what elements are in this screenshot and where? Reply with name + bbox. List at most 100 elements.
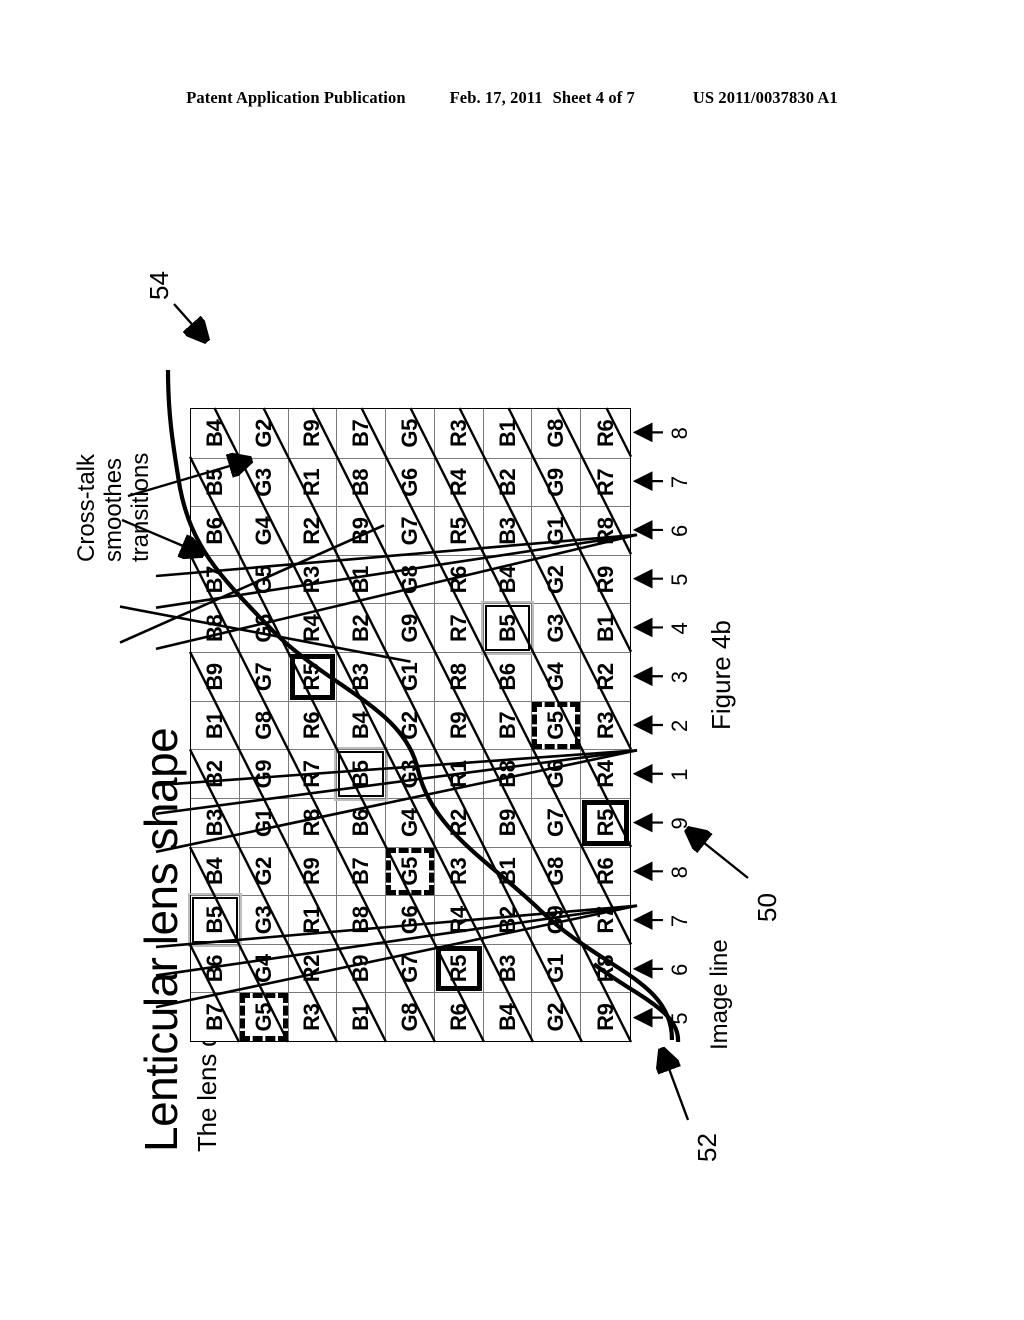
pixel-cell-label: R4 — [445, 468, 471, 497]
pixel-cell-label: B8 — [494, 760, 520, 788]
pixel-cell-label: B4 — [348, 711, 374, 740]
pixel-cell: R5 — [581, 797, 630, 847]
pixel-cell-label: R8 — [592, 954, 618, 983]
image-line-tick: 9 — [667, 817, 692, 830]
pixel-cell-label: B1 — [348, 566, 374, 594]
pixel-cell-label: R2 — [592, 663, 618, 691]
pixel-cell-label: B5 — [201, 468, 227, 497]
pixel-cell: G3 — [239, 457, 289, 507]
pixel-cell-label: G6 — [543, 759, 569, 789]
pixel-cell: G2 — [239, 846, 289, 896]
pixel-cell: G7 — [239, 652, 289, 701]
pixel-cell-label: R5 — [445, 954, 471, 983]
pixel-cell-label: B1 — [201, 711, 227, 740]
pixel-cell: G3 — [532, 603, 582, 653]
pixel-cell-label: G2 — [250, 419, 276, 448]
pixel-cell-label: G4 — [543, 662, 569, 692]
pixel-cell-label: R7 — [299, 760, 325, 788]
pixel-cell-label: G7 — [396, 954, 422, 983]
pixel-cell-label: G9 — [543, 905, 569, 935]
pixel-cell: B9 — [483, 797, 533, 847]
pixel-cell: G8 — [532, 409, 582, 458]
pixel-cell: R9 — [581, 554, 630, 604]
pixel-cell-label: G9 — [396, 614, 422, 643]
pixel-cell: G8 — [532, 846, 582, 896]
crosstalk-note-line-2: smoothes — [99, 457, 127, 562]
pixel-cell: R1 — [288, 457, 338, 507]
pixel-cell-label: R9 — [592, 1003, 618, 1031]
pixel-cell-label: R6 — [299, 711, 325, 740]
pixel-cell: G1 — [239, 797, 289, 847]
image-line-tick: 8 — [667, 427, 692, 440]
pixel-cell: G9 — [532, 457, 582, 507]
pixel-grid: B7 B6 B5 B4 B3 B2 B1 B9 B8 B7 B6 B5 B4 G5 G4 G3 G2 G1 G9 G8… — [190, 408, 631, 1042]
pixel-cell: R8 — [434, 652, 484, 701]
pixel-cell: R9 — [288, 846, 338, 896]
pixel-cell-label: R9 — [592, 566, 618, 594]
pixel-cell: B9 — [337, 506, 387, 555]
pixel-cell: B5 — [483, 603, 533, 653]
pixel-cell: R6 — [581, 409, 630, 458]
pixel-cell: G6 — [386, 895, 435, 944]
pixel-cell-label: R8 — [592, 517, 618, 545]
pixel-cell: B2 — [191, 749, 240, 798]
pixel-cell: R5 — [434, 506, 484, 555]
pixel-cell-label: G9 — [543, 468, 569, 497]
pixel-cell: R4 — [434, 457, 484, 507]
pixel-cell: G9 — [239, 749, 289, 798]
pixel-cell-label: R6 — [445, 1003, 471, 1031]
pixel-cell: G5 — [386, 846, 435, 896]
pixel-cell-label: G5 — [543, 711, 569, 740]
pixel-cell: R2 — [581, 652, 630, 701]
pixel-cell: B5 — [191, 895, 240, 944]
pixel-cell: B6 — [337, 797, 387, 847]
pixel-cell-label: R3 — [445, 419, 471, 447]
figure-title: Lenticular lens shape — [135, 727, 187, 1152]
pixel-cell: R3 — [581, 700, 630, 750]
pixel-cell-label: R1 — [299, 906, 325, 934]
pixel-cell: B2 — [483, 457, 533, 507]
pixel-cell: G5 — [386, 409, 435, 458]
pixel-cell-label: G3 — [250, 905, 276, 935]
pixel-cell: R7 — [288, 749, 338, 798]
pixel-cell-label: B4 — [494, 1003, 520, 1031]
pixel-cell-label: B6 — [494, 663, 520, 691]
pixel-cell: G5 — [532, 700, 582, 750]
pixel-cell: B6 — [483, 652, 533, 701]
pixel-cell-label: G2 — [543, 565, 569, 594]
pixel-cell-label: G3 — [396, 759, 422, 789]
pixel-cell: G1 — [532, 506, 582, 555]
pixel-cell: R6 — [288, 700, 338, 750]
pixel-cell: B1 — [483, 409, 533, 458]
pixel-cell: R6 — [434, 554, 484, 604]
pixel-cell: R9 — [581, 992, 630, 1041]
pixel-cell-label: R9 — [299, 857, 325, 886]
pixel-cell: R8 — [288, 797, 338, 847]
pixel-cell-label: G5 — [250, 565, 276, 594]
image-line-tick: 6 — [667, 963, 692, 976]
pixel-cell-label: G8 — [543, 857, 569, 886]
pixel-cell: B4 — [483, 554, 533, 604]
pixel-cell-label: G6 — [396, 468, 422, 497]
pixel-cell-label: B5 — [201, 906, 227, 934]
pixel-cell-label: B6 — [348, 809, 374, 837]
pixel-cell: G7 — [386, 506, 435, 555]
pixel-cell: B8 — [191, 603, 240, 653]
pixel-cell: B7 — [337, 846, 387, 896]
pixel-cell-label: G7 — [250, 662, 276, 692]
pixel-cell-label: B3 — [494, 517, 520, 545]
pixel-cell: G2 — [239, 409, 289, 458]
ref-number-52: 52 — [692, 1133, 722, 1162]
pixel-cell-label: R7 — [592, 906, 618, 934]
pixel-cell-label: R2 — [299, 954, 325, 983]
pixel-cell-label: R1 — [445, 760, 471, 788]
pixel-cell-label: B1 — [494, 419, 520, 447]
figure-area: Lenticular lens shape The lens directs e… — [0, 0, 1024, 1320]
pixel-cell: R6 — [434, 992, 484, 1041]
pixel-cell: G4 — [386, 797, 435, 847]
pixel-cell-label: B3 — [348, 663, 374, 691]
pixel-cell-label: B3 — [494, 954, 520, 983]
pixel-cell-label: B8 — [201, 614, 227, 642]
pixel-cell-label: R8 — [299, 809, 325, 837]
pixel-cell: G8 — [386, 992, 435, 1041]
